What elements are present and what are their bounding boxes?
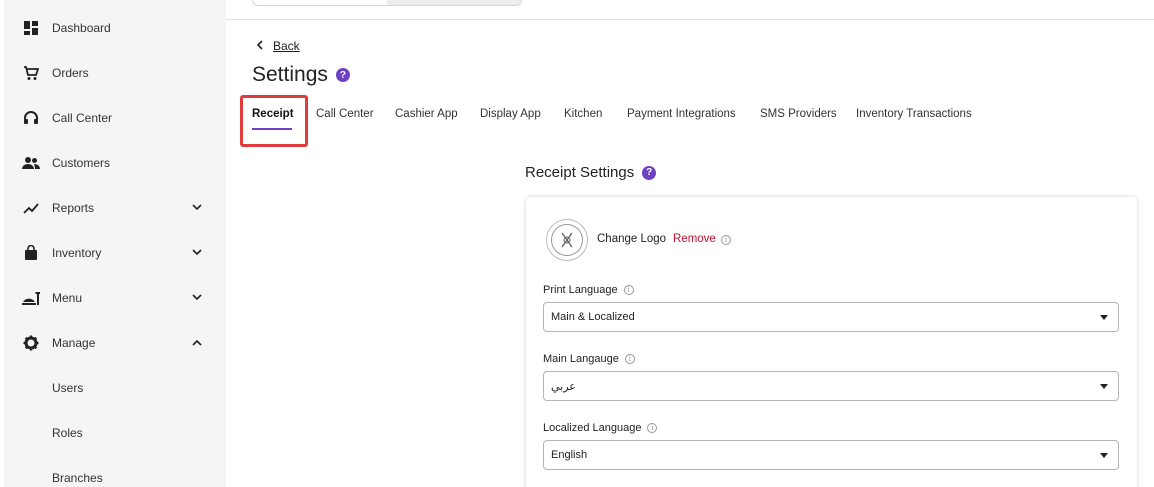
back-label: Back [273, 39, 300, 53]
tab-display-app[interactable]: Display App [480, 108, 541, 120]
main-language-label-row: Main Langauge i [543, 353, 635, 365]
gear-icon [22, 334, 40, 352]
sidebar-item-label: Reports [52, 200, 95, 215]
sidebar-item-label: Orders [52, 65, 89, 80]
field-label: Main Langauge [543, 353, 619, 365]
sidebar-item-orders[interactable]: Orders [4, 50, 226, 95]
field-label: Localized Language [543, 422, 642, 434]
chevron-down-icon[interactable] [190, 201, 204, 215]
segment-selected[interactable] [387, 0, 521, 5]
sidebar: Dashboard Orders Call Center Customers R… [4, 0, 226, 487]
sidebar-item-dashboard[interactable]: Dashboard [4, 5, 226, 50]
highlight-annotation [240, 95, 308, 147]
sidebar-subitem-users[interactable]: Users [4, 365, 226, 410]
sidebar-subitem-roles[interactable]: Roles [4, 410, 226, 455]
receipt-settings-card: Change Logo Remove i Print Language i Ma… [526, 197, 1137, 487]
caret-down-icon [1100, 315, 1108, 320]
cart-icon [22, 64, 40, 82]
sidebar-item-call-center[interactable]: Call Center [4, 95, 226, 140]
help-icon[interactable]: ? [335, 68, 350, 82]
main-language-select[interactable]: عربي [543, 371, 1119, 401]
sidebar-item-label: Dashboard [52, 20, 111, 35]
section-title: Receipt Settings [525, 164, 635, 181]
tab-sms-providers[interactable]: SMS Providers [760, 108, 837, 120]
restaurant-logo [546, 219, 588, 261]
localized-language-label-row: Localized Language i [543, 422, 658, 434]
page-title: Settings [252, 63, 328, 86]
sidebar-item-label: Manage [52, 335, 96, 350]
tab-cashier-app[interactable]: Cashier App [395, 108, 458, 120]
headset-icon [22, 109, 40, 127]
fork-knife-icon [551, 224, 583, 256]
sidebar-item-label: Roles [52, 425, 83, 440]
segmented-control[interactable] [252, 0, 522, 6]
print-language-select[interactable]: Main & Localized [543, 302, 1119, 332]
shopping-bag-icon [22, 244, 40, 262]
chevron-down-icon[interactable] [190, 291, 204, 305]
sidebar-item-label: Users [52, 380, 84, 395]
sidebar-item-reports[interactable]: Reports [4, 185, 226, 230]
chevron-down-icon[interactable] [190, 246, 204, 260]
info-icon[interactable]: i [623, 285, 634, 295]
chevron-up-icon[interactable] [190, 336, 204, 350]
tab-payment-integrations[interactable]: Payment Integrations [627, 108, 736, 120]
select-value: عربي [551, 381, 576, 393]
localized-language-select[interactable]: English [543, 440, 1119, 470]
sidebar-item-label: Branches [52, 470, 103, 485]
sidebar-item-inventory[interactable]: Inventory [4, 230, 226, 275]
receipt-settings-heading: Receipt Settings ? [525, 164, 657, 181]
top-bar [226, 0, 1154, 20]
trend-icon [22, 199, 40, 217]
sidebar-item-label: Call Center [52, 110, 113, 125]
field-label: Print Language [543, 284, 618, 296]
remove-logo-button[interactable]: Remove [673, 233, 716, 245]
sidebar-subitem-branches[interactable]: Branches [4, 455, 226, 487]
select-value: English [551, 449, 588, 461]
tab-kitchen[interactable]: Kitchen [564, 108, 602, 120]
page-title-row: Settings ? [252, 63, 350, 87]
caret-down-icon [1100, 453, 1108, 458]
chevron-left-icon [256, 39, 263, 53]
info-icon[interactable]: i [647, 423, 658, 433]
people-icon [22, 154, 40, 172]
sidebar-item-menu[interactable]: Menu [4, 275, 226, 320]
caret-down-icon [1100, 384, 1108, 389]
info-icon[interactable]: i [721, 235, 731, 245]
sidebar-item-label: Menu [52, 290, 83, 305]
tab-call-center[interactable]: Call Center [316, 108, 374, 120]
info-icon[interactable]: i [624, 354, 635, 364]
back-link[interactable]: Back [256, 39, 300, 53]
dashboard-icon [22, 19, 40, 37]
sidebar-item-label: Inventory [52, 245, 102, 260]
sidebar-item-label: Customers [52, 155, 111, 170]
tab-inventory-transactions[interactable]: Inventory Transactions [856, 108, 972, 120]
sidebar-item-manage[interactable]: Manage [4, 320, 226, 365]
print-language-label-row: Print Language i [543, 284, 634, 296]
change-logo-button[interactable]: Change Logo [597, 233, 666, 245]
select-value: Main & Localized [551, 311, 635, 323]
food-menu-icon [22, 289, 40, 307]
help-icon[interactable]: ? [642, 165, 657, 180]
sidebar-item-customers[interactable]: Customers [4, 140, 226, 185]
